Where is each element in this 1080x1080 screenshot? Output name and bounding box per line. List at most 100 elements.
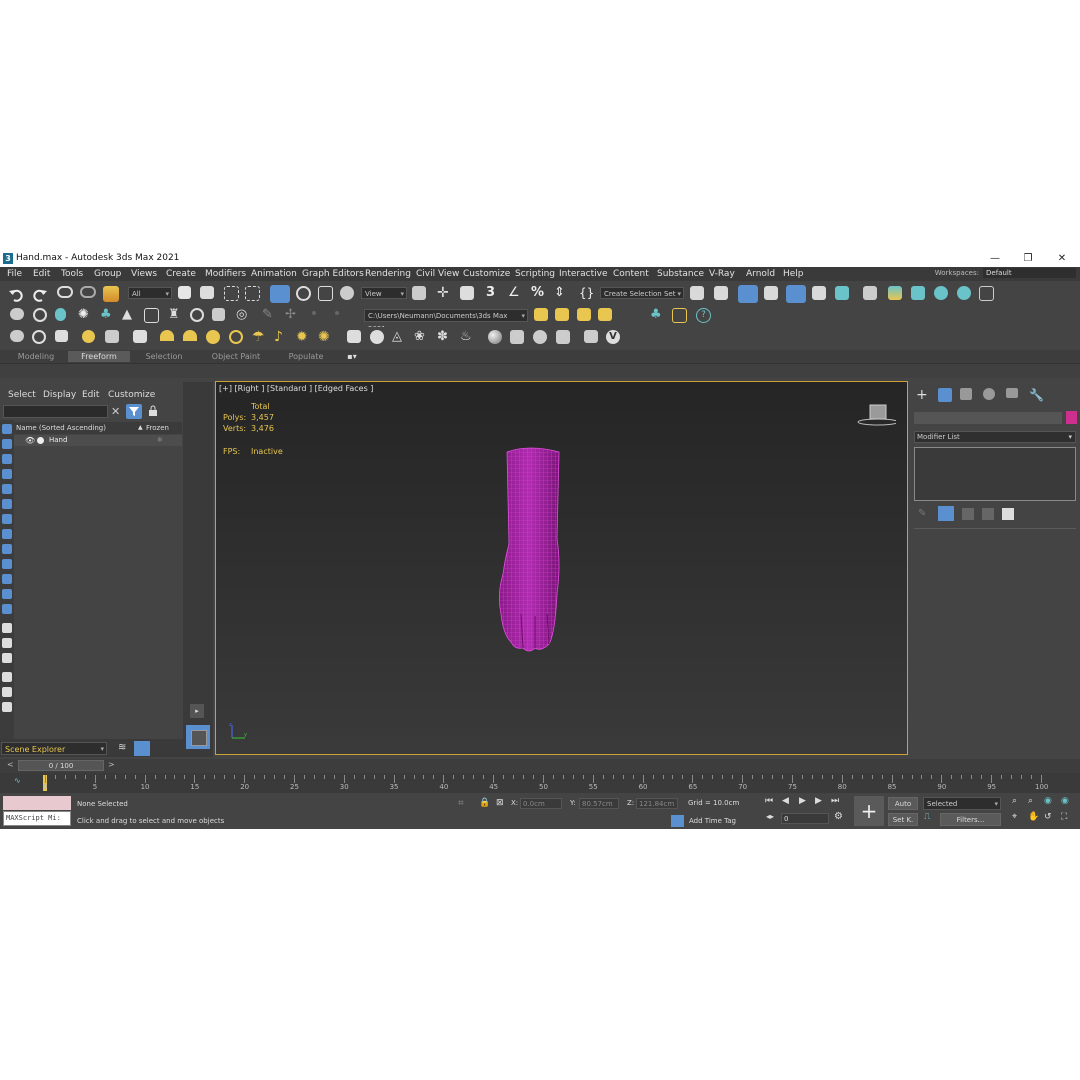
pan-view-icon[interactable]: ✋ xyxy=(1028,812,1039,822)
umbrella-light-icon[interactable]: ☂ xyxy=(252,330,268,346)
render-elements-icon[interactable] xyxy=(82,330,95,343)
maxscript-mini-input[interactable]: MAXScript Mi: xyxy=(3,811,71,826)
display-bones-icon[interactable] xyxy=(2,544,12,554)
workspaces-selector[interactable]: Workspaces: Default xyxy=(935,268,1076,278)
menu-arnold[interactable]: Arnold xyxy=(746,268,775,280)
key-filter-dropdown[interactable]: Selected xyxy=(923,797,1001,811)
spinner-snap-icon[interactable]: ⇕ xyxy=(554,286,570,302)
bulb-icon[interactable]: ◎ xyxy=(236,308,252,324)
menu-substance[interactable]: Substance xyxy=(657,268,704,280)
viewcube-icon[interactable] xyxy=(856,402,896,428)
menu-rendering[interactable]: Rendering xyxy=(365,268,411,280)
maxscript-listener[interactable] xyxy=(3,796,71,810)
render-production-icon[interactable] xyxy=(934,286,948,300)
pin-stack-icon[interactable]: ✎ xyxy=(918,508,926,519)
display-all-icon[interactable] xyxy=(2,604,12,614)
book-icon[interactable] xyxy=(144,308,159,323)
close-button[interactable]: ✕ xyxy=(1047,252,1077,266)
select-by-name-icon[interactable] xyxy=(200,286,214,299)
camera-small-icon[interactable] xyxy=(2,702,12,712)
display-geometry-icon[interactable] xyxy=(2,424,12,434)
slider-next-icon[interactable]: > xyxy=(108,760,115,769)
explorer-menu-edit[interactable]: Edit xyxy=(82,390,99,400)
find-icon[interactable] xyxy=(2,653,12,663)
x-coordinate-field[interactable]: 0.0cm xyxy=(520,798,562,809)
render-in-cloud-icon[interactable] xyxy=(979,286,994,301)
filters-button[interactable]: Filters... xyxy=(940,813,1001,826)
tab-freeform[interactable]: Freeform xyxy=(68,351,130,362)
photometric-light-icon[interactable] xyxy=(229,330,243,344)
tree-scatter-icon[interactable]: ♣ xyxy=(650,308,666,324)
sun-sphere-icon[interactable] xyxy=(206,330,220,344)
explorer-menu-customize[interactable]: Customize xyxy=(108,390,155,400)
previous-frame-icon[interactable]: ◀ xyxy=(782,796,789,806)
track-bar[interactable]: ∿ 0 5 10 15 20 25 30 35 40 45 50 55 60 65 70 75 80 85 90 95… xyxy=(0,773,1080,793)
display-spacewarps-icon[interactable] xyxy=(2,499,12,509)
object-name-field[interactable] xyxy=(914,412,1062,424)
maximize-viewport-icon[interactable]: ⛶ xyxy=(1061,812,1067,822)
place-icon[interactable] xyxy=(340,286,354,300)
sphere-outline-icon[interactable] xyxy=(32,330,46,344)
select-and-scale-icon[interactable] xyxy=(318,286,333,301)
select-manipulate-icon[interactable]: ✛ xyxy=(437,286,453,302)
z-coordinate-field[interactable]: 121.84cm xyxy=(636,798,678,809)
tab-populate[interactable]: Populate xyxy=(278,351,334,362)
key-mode-toggle-icon[interactable]: ◂▸ xyxy=(766,812,774,821)
menu-scripting[interactable]: Scripting xyxy=(515,268,555,280)
select-and-move-icon[interactable] xyxy=(270,285,290,303)
explorer-column-header[interactable]: Name (Sorted Ascending) ▲ Frozen xyxy=(14,422,182,434)
toggle-ribbon-icon[interactable] xyxy=(786,285,806,303)
vray-fire-icon[interactable]: ♨ xyxy=(460,330,476,346)
viewport-label[interactable]: [+] [Right ] [Standard ] [Edged Faces ] xyxy=(219,384,373,393)
viewport-right[interactable]: [+] [Right ] [Standard ] [Edged Faces ] … xyxy=(215,381,908,755)
display-hidden-icon[interactable] xyxy=(2,589,12,599)
menu-file[interactable]: File xyxy=(7,268,22,280)
field-of-view-icon[interactable]: ⌖ xyxy=(1012,812,1017,822)
scene-explorer-toggle-icon[interactable] xyxy=(738,285,758,303)
column-frozen[interactable]: Frozen xyxy=(146,422,169,434)
align-icon[interactable] xyxy=(714,286,728,300)
menu-views[interactable]: Views xyxy=(131,268,157,280)
filter-icon[interactable] xyxy=(126,404,142,419)
frame-buffer-icon[interactable] xyxy=(584,330,598,343)
table-row[interactable]: 👁 Hand ❄ xyxy=(14,435,182,446)
render-setup-icon[interactable] xyxy=(888,286,902,300)
menu-group[interactable]: Group xyxy=(94,268,121,280)
keyboard-shortcut-icon[interactable] xyxy=(460,286,474,300)
folder-save-icon[interactable] xyxy=(577,308,591,321)
eye-icon[interactable]: 👁 xyxy=(25,435,35,446)
material-editor-icon[interactable] xyxy=(863,286,877,300)
snaps-toggle-icon[interactable]: 3 xyxy=(486,286,502,302)
slider-prev-icon[interactable]: < xyxy=(7,760,14,769)
freeze-icon[interactable]: ❄ xyxy=(157,435,163,446)
capture-icon[interactable] xyxy=(105,330,119,343)
display-frozen-icon[interactable] xyxy=(2,574,12,584)
clear-search-icon[interactable]: ✕ xyxy=(111,405,120,418)
zoom-all-icon[interactable]: ⌕ xyxy=(1028,796,1033,806)
display-shapes-icon[interactable] xyxy=(2,439,12,449)
utilities-tab-icon[interactable]: 🔧 xyxy=(1029,388,1044,402)
bell-icon[interactable]: ♜ xyxy=(168,308,184,324)
light-icon[interactable] xyxy=(55,308,66,321)
menu-create[interactable]: Create xyxy=(166,268,196,280)
explorer-search-input[interactable] xyxy=(3,405,108,418)
reference-coordinate-dropdown[interactable]: View xyxy=(361,287,407,300)
zoom-extents-all-icon[interactable]: ◉ xyxy=(1061,796,1069,806)
rectangular-selection-icon[interactable] xyxy=(224,286,239,301)
key-filters-icon[interactable]: ⎍ xyxy=(924,812,930,822)
folder-icon[interactable] xyxy=(534,308,548,321)
time-slider[interactable]: 0 / 100 xyxy=(18,760,104,771)
show-end-result-icon[interactable] xyxy=(938,506,954,521)
window-crossing-icon[interactable] xyxy=(245,286,260,301)
schematic-view-icon[interactable] xyxy=(835,286,849,300)
tree-icon[interactable]: ▲ xyxy=(122,308,138,324)
folder-open-icon[interactable] xyxy=(555,308,569,321)
vray-proxy-icon[interactable] xyxy=(347,330,361,343)
create-tab-icon[interactable]: + xyxy=(916,388,930,402)
select-and-rotate-icon[interactable] xyxy=(296,286,311,301)
set-key-button[interactable]: Set K. xyxy=(888,813,918,826)
help-icon[interactable]: ? xyxy=(696,308,711,323)
add-time-tag[interactable]: Add Time Tag xyxy=(689,817,736,825)
display-none-icon[interactable] xyxy=(2,623,12,633)
vray-logo-icon[interactable]: V xyxy=(606,330,620,344)
